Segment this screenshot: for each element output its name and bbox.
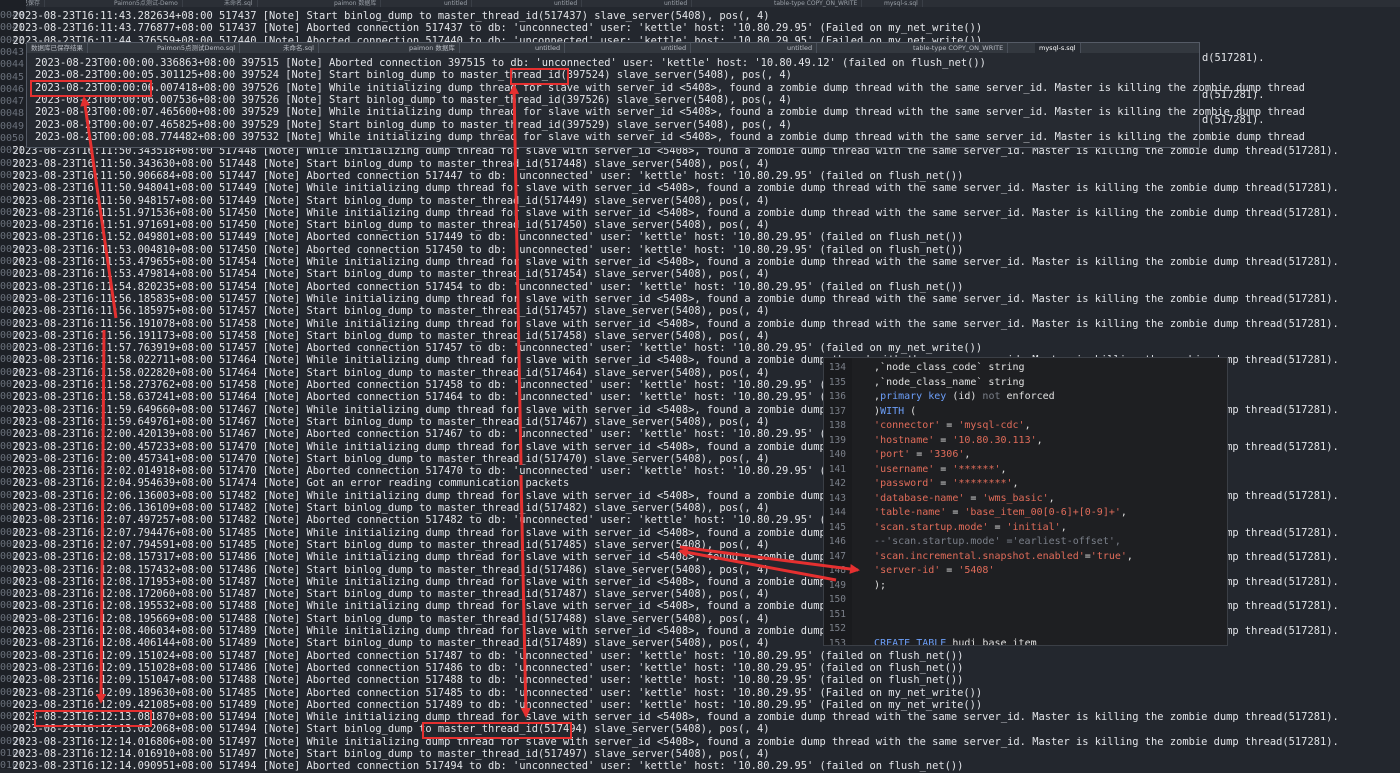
arrow-up-mid-to-397524 bbox=[509, 84, 523, 466]
arrow-down-mid-to-517494 bbox=[519, 474, 531, 718]
arrow-down-left-to-161213 bbox=[96, 329, 107, 704]
arrow-up-left-to-overlay-timestamp bbox=[80, 96, 118, 319]
annotation-arrows bbox=[80, 84, 860, 718]
